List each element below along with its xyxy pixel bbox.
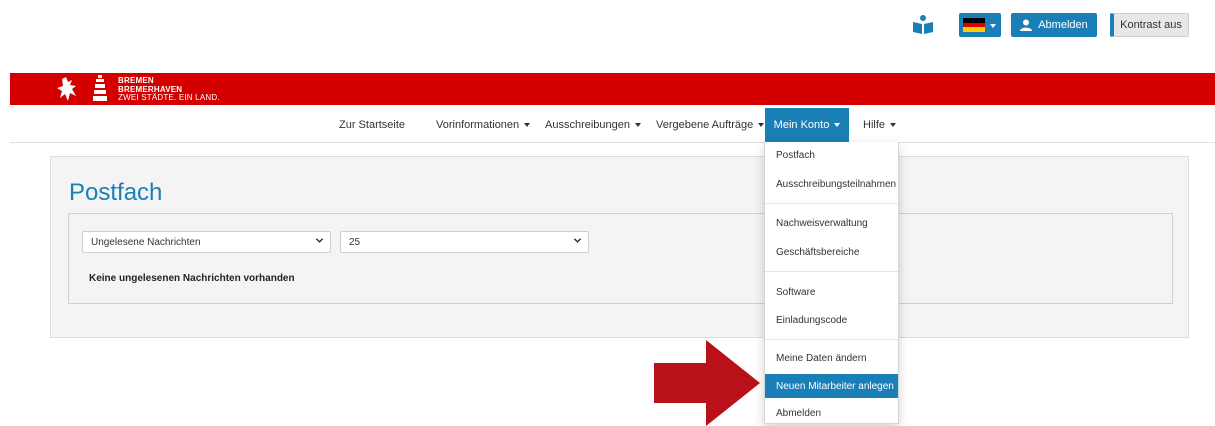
menu-item-tender-participations[interactable]: Ausschreibungsteilnahmen	[765, 172, 898, 196]
nav-preinfo[interactable]: Vorinformationen	[436, 108, 531, 142]
reading-person-icon[interactable]	[912, 14, 934, 34]
nav-divider	[10, 142, 1215, 143]
nav-home[interactable]: Zur Startseite	[339, 108, 405, 142]
nav-awarded-label: Vergebene Aufträge	[656, 119, 754, 131]
menu-item-add-employee[interactable]: Neuen Mitarbeiter anlegen	[765, 374, 898, 398]
mailbox-panel: Postfach Ungelesene Nachrichten 25 Keine…	[50, 156, 1189, 338]
brand-tagline: ZWEI STÄDTE. EIN LAND.	[118, 93, 220, 102]
empty-state-message: Keine ungelesenen Nachrichten vorhanden	[89, 273, 295, 284]
nav-awarded[interactable]: Vergebene Aufträge	[656, 108, 765, 142]
nav-help-label: Hilfe	[863, 119, 886, 131]
menu-item-business-units[interactable]: Geschäftsbereiche	[765, 240, 898, 264]
menu-item-software[interactable]: Software	[765, 280, 898, 304]
brand-wordmark: BREMEN BREMERHAVEN ZWEI STÄDTE. EIN LAND…	[118, 76, 220, 103]
nav-tenders-label: Ausschreibungen	[545, 119, 631, 131]
annotation-arrow-icon	[654, 340, 760, 426]
nav-home-label: Zur Startseite	[339, 119, 406, 131]
menu-item-postfach[interactable]: Postfach	[765, 143, 898, 167]
chevron-down-icon	[990, 24, 996, 28]
bremen-logo[interactable]	[56, 74, 122, 104]
nav-account-label: Mein Konto	[773, 119, 830, 131]
nav-help[interactable]: Hilfe	[863, 108, 897, 142]
menu-item-logout[interactable]: Abmelden	[765, 401, 898, 425]
brand-header: BREMEN BREMERHAVEN ZWEI STÄDTE. EIN LAND…	[10, 73, 1215, 105]
menu-divider	[765, 271, 898, 272]
germany-flag-icon	[963, 18, 985, 32]
menu-divider	[765, 203, 898, 204]
main-navigation: Zur Startseite Vorinformationen Ausschre…	[0, 108, 1215, 142]
bremen-key-emblem-icon	[57, 77, 76, 101]
menu-divider	[765, 339, 898, 340]
page-size-select[interactable]: 25	[340, 231, 589, 253]
menu-item-evidence-management[interactable]: Nachweisverwaltung	[765, 211, 898, 235]
page-size-value: 25	[349, 236, 361, 248]
message-filter-value: Ungelesene Nachrichten	[91, 236, 201, 248]
caret-down-icon	[834, 123, 841, 127]
nav-my-account[interactable]: Mein Konto	[765, 108, 849, 142]
logout-label: Abmelden	[1038, 19, 1088, 31]
account-dropdown-menu: Postfach Ausschreibungsteilnahmen Nachwe…	[764, 142, 899, 424]
caret-down-icon	[758, 123, 765, 127]
message-filter-select[interactable]: Ungelesene Nachrichten	[82, 231, 331, 253]
logout-button[interactable]: Abmelden	[1011, 13, 1097, 37]
user-icon	[1020, 19, 1033, 31]
nav-preinfo-label: Vorinformationen	[436, 119, 520, 131]
menu-item-edit-my-data[interactable]: Meine Daten ändern	[765, 346, 898, 370]
contrast-label: Kontrast aus	[1120, 19, 1182, 31]
caret-down-icon	[524, 123, 531, 127]
chevron-down-icon	[573, 238, 582, 243]
caret-down-icon	[890, 123, 897, 127]
lighthouse-emblem-icon	[93, 75, 107, 101]
language-selector[interactable]	[959, 13, 1001, 37]
menu-item-invitation-code[interactable]: Einladungscode	[765, 308, 898, 332]
contrast-toggle-button[interactable]: Kontrast aus	[1110, 13, 1189, 37]
page-title: Postfach	[69, 179, 163, 206]
nav-tenders[interactable]: Ausschreibungen	[545, 108, 642, 142]
mailbox-filter-box: Ungelesene Nachrichten 25 Keine ungelese…	[68, 213, 1173, 304]
chevron-down-icon	[315, 238, 324, 243]
caret-down-icon	[635, 123, 642, 127]
